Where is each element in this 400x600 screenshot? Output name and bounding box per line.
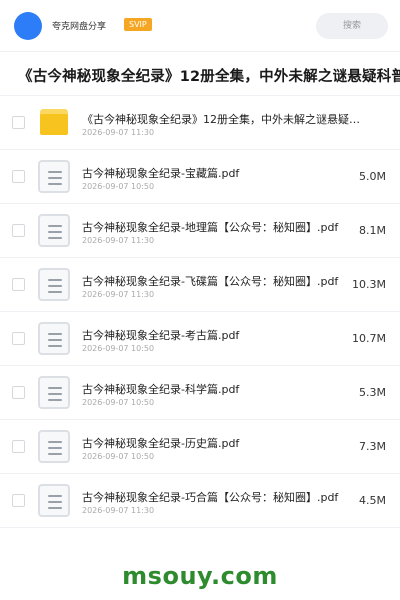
document-icon <box>38 376 70 409</box>
file-name: 古今神秘现象全纪录-历史篇.pdf <box>82 437 240 450</box>
file-size: 7.3M <box>359 440 386 453</box>
document-icon <box>38 430 70 463</box>
file-list: 《古今神秘现象全纪录》12册全集，中外未解之谜悬疑… 2026-09-07 11:… <box>0 96 400 528</box>
select-checkbox[interactable] <box>12 494 25 507</box>
folder-icon <box>40 109 68 135</box>
file-name: 古今神秘现象全纪录-地理篇【公众号：秘知圈】.pdf <box>82 221 339 234</box>
file-row[interactable]: 古今神秘现象全纪录-巧合篇【公众号：秘知圈】.pdf 2026-09-07 11:… <box>0 474 400 528</box>
document-icon <box>38 484 70 517</box>
file-date: 2026-09-07 10:50 <box>82 344 155 353</box>
file-size: 4.5M <box>359 494 386 507</box>
document-icon <box>38 214 70 247</box>
file-row[interactable]: 古今神秘现象全纪录-历史篇.pdf 2026-09-07 10:50 7.3M <box>0 420 400 474</box>
watermark: msouy.com <box>122 562 278 590</box>
file-name: 古今神秘现象全纪录-考古篇.pdf <box>82 329 240 342</box>
select-checkbox[interactable] <box>12 224 25 237</box>
file-size: 10.7M <box>352 332 386 345</box>
file-size: 8.1M <box>359 224 386 237</box>
file-row[interactable]: 古今神秘现象全纪录-宝藏篇.pdf 2026-09-07 10:50 5.0M <box>0 150 400 204</box>
file-date: 2026-09-07 10:50 <box>82 398 155 407</box>
file-name: 古今神秘现象全纪录-宝藏篇.pdf <box>82 167 240 180</box>
file-date: 2026-09-07 11:30 <box>82 128 155 137</box>
select-checkbox[interactable] <box>12 440 25 453</box>
app-header: 夸克网盘分享 SVIP 搜索 <box>0 0 400 52</box>
file-size: 5.0M <box>359 170 386 183</box>
document-icon <box>38 268 70 301</box>
file-date: 2026-09-07 11:30 <box>82 290 155 299</box>
select-checkbox[interactable] <box>12 386 25 399</box>
svip-badge: SVIP <box>124 18 152 31</box>
file-row[interactable]: 古今神秘现象全纪录-地理篇【公众号：秘知圈】.pdf 2026-09-07 11:… <box>0 204 400 258</box>
share-title-bar: 《古今神秘现象全纪录》12册全集，中外未解之谜悬疑科普 <box>0 52 400 96</box>
file-name: 《古今神秘现象全纪录》12册全集，中外未解之谜悬疑… <box>82 113 360 126</box>
file-size: 10.3M <box>352 278 386 291</box>
app-name: 夸克网盘分享 <box>52 22 107 32</box>
file-size: 5.3M <box>359 386 386 399</box>
file-row[interactable]: 古今神秘现象全纪录-科学篇.pdf 2026-09-07 10:50 5.3M <box>0 366 400 420</box>
document-icon <box>38 160 70 193</box>
search-button[interactable]: 搜索 <box>316 13 388 39</box>
file-row[interactable]: 《古今神秘现象全纪录》12册全集，中外未解之谜悬疑… 2026-09-07 11:… <box>0 96 400 150</box>
file-date: 2026-09-07 10:50 <box>82 452 155 461</box>
page-title: 《古今神秘现象全纪录》12册全集，中外未解之谜悬疑科普 <box>18 69 400 85</box>
file-date: 2026-09-07 10:50 <box>82 182 155 191</box>
select-checkbox[interactable] <box>12 116 25 129</box>
file-date: 2026-09-07 11:30 <box>82 236 155 245</box>
file-row[interactable]: 古今神秘现象全纪录-考古篇.pdf 2026-09-07 10:50 10.7M <box>0 312 400 366</box>
avatar[interactable] <box>14 12 42 40</box>
file-row[interactable]: 古今神秘现象全纪录-飞碟篇【公众号：秘知圈】.pdf 2026-09-07 11:… <box>0 258 400 312</box>
select-checkbox[interactable] <box>12 332 25 345</box>
file-name: 古今神秘现象全纪录-科学篇.pdf <box>82 383 240 396</box>
select-checkbox[interactable] <box>12 170 25 183</box>
file-name: 古今神秘现象全纪录-巧合篇【公众号：秘知圈】.pdf <box>82 491 339 504</box>
file-name: 古今神秘现象全纪录-飞碟篇【公众号：秘知圈】.pdf <box>82 275 339 288</box>
file-date: 2026-09-07 11:30 <box>82 506 155 515</box>
select-checkbox[interactable] <box>12 278 25 291</box>
document-icon <box>38 322 70 355</box>
